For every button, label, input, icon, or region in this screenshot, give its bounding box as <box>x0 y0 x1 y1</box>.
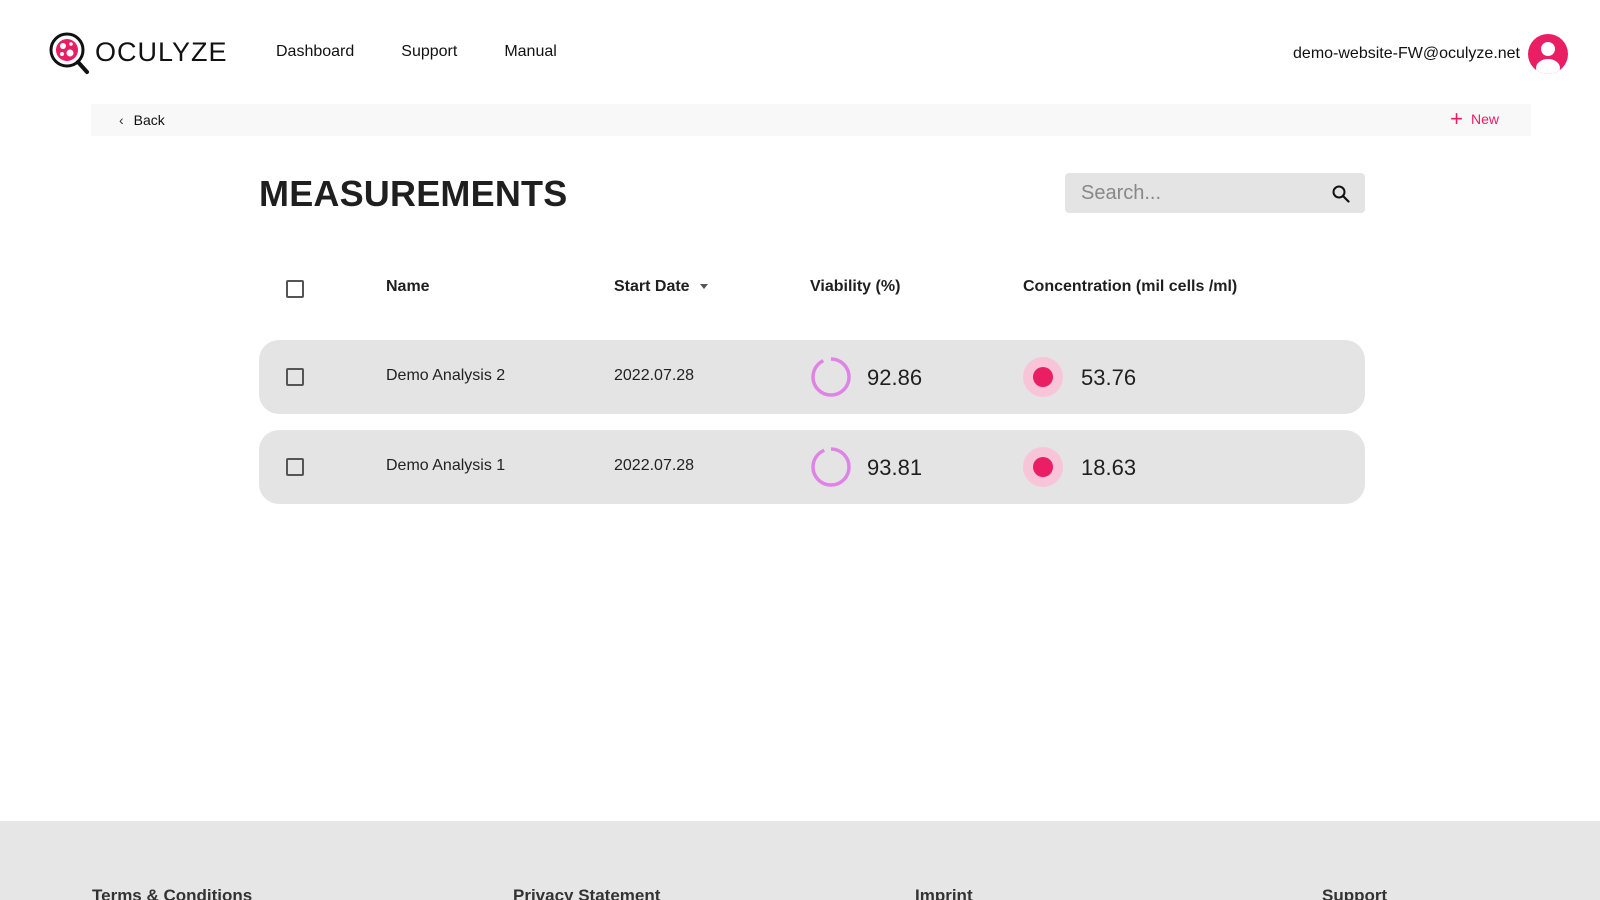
search-box <box>1065 173 1365 213</box>
footer-privacy-link[interactable]: Privacy Statement <box>513 886 660 900</box>
brand-logo[interactable]: OCULYZE <box>49 31 228 77</box>
row-start-date: 2022.07.28 <box>614 457 695 474</box>
row-name: Demo Analysis 2 <box>386 367 506 384</box>
page-footer: Terms & Conditions Privacy Statement Imp… <box>0 821 1600 900</box>
new-label: New <box>1470 111 1499 127</box>
logo-icon <box>49 32 89 74</box>
column-viability[interactable]: Viability (%) <box>810 278 900 296</box>
column-start-date[interactable]: Start Date <box>614 278 708 296</box>
footer-terms-link[interactable]: Terms & Conditions <box>92 886 252 900</box>
nav-support[interactable]: Support <box>401 43 457 61</box>
brand-name: OCULYZE <box>95 36 228 67</box>
back-button[interactable]: ‹ Back <box>119 112 165 128</box>
user-email: demo-website-FW@oculyze.net <box>1293 45 1520 62</box>
column-concentration[interactable]: Concentration (mil cells /ml) <box>1023 278 1237 296</box>
row-concentration: 18.63 <box>1081 455 1137 480</box>
row-start-date: 2022.07.28 <box>614 367 695 384</box>
row-viability: 92.86 <box>867 365 923 390</box>
column-start-date-label: Start Date <box>614 278 690 295</box>
user-menu[interactable]: demo-website-FW@oculyze.net <box>1293 34 1568 74</box>
main-nav: Dashboard Support Manual <box>276 43 604 61</box>
avatar-icon[interactable] <box>1528 34 1568 74</box>
footer-support-link[interactable]: Support <box>1322 886 1387 900</box>
concentration-dot-icon <box>1023 357 1063 397</box>
action-toolbar: ‹ Back + New <box>91 104 1531 136</box>
row-viability: 93.81 <box>867 455 923 480</box>
nav-dashboard[interactable]: Dashboard <box>276 43 354 61</box>
viability-ring-icon <box>811 357 851 397</box>
row-checkbox[interactable] <box>286 368 304 386</box>
table-row[interactable]: Demo Analysis 2 2022.07.28 92.86 53.76 <box>259 340 1365 414</box>
nav-manual[interactable]: Manual <box>504 43 556 61</box>
search-input[interactable] <box>1081 180 1321 206</box>
new-button[interactable]: + New <box>1450 106 1499 131</box>
chevron-left-icon: ‹ <box>119 112 124 128</box>
top-header: OCULYZE Dashboard Support Manual demo-we… <box>0 0 1600 100</box>
sort-down-icon[interactable] <box>699 284 708 290</box>
plus-icon: + <box>1450 106 1463 131</box>
search-icon[interactable] <box>1332 185 1350 203</box>
table-header: Name Start Date Viability (%) Concentrat… <box>259 270 1365 302</box>
page-title: MEASUREMENTS <box>259 173 568 214</box>
footer-imprint-link[interactable]: Imprint <box>915 886 973 900</box>
select-all-checkbox[interactable] <box>286 280 304 298</box>
row-concentration: 53.76 <box>1081 365 1137 390</box>
viability-ring-icon <box>811 447 851 487</box>
row-checkbox[interactable] <box>286 458 304 476</box>
row-name: Demo Analysis 1 <box>386 457 506 474</box>
column-name[interactable]: Name <box>386 278 430 296</box>
back-label: Back <box>133 112 165 128</box>
table-row[interactable]: Demo Analysis 1 2022.07.28 93.81 18.63 <box>259 430 1365 504</box>
concentration-dot-icon <box>1023 447 1063 487</box>
